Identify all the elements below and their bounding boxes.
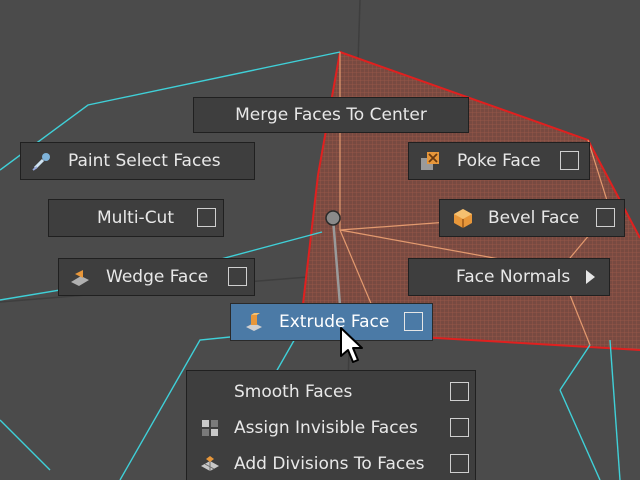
overflow-menu-list: Smooth Faces Assign Invisible Faces Add … xyxy=(186,370,476,480)
add-divisions-to-faces-label: Add Divisions To Faces xyxy=(234,454,425,474)
invisible-faces-icon xyxy=(202,420,218,436)
poke-face-item[interactable]: Poke Face xyxy=(408,142,590,180)
mouse-cursor-icon xyxy=(340,327,363,363)
assign-invisible-faces-options-box[interactable] xyxy=(450,418,469,437)
list-item-assign-invisible-faces[interactable]: Assign Invisible Faces xyxy=(187,411,475,445)
extrude-face-options-box[interactable] xyxy=(404,312,423,331)
multi-cut-item[interactable]: Multi-Cut xyxy=(48,199,224,237)
wedge-face-icon xyxy=(71,270,89,286)
face-normals-item[interactable]: Face Normals xyxy=(408,258,610,296)
paint-brush-icon xyxy=(32,153,50,171)
bevel-face-icon xyxy=(454,209,472,228)
poke-face-label: Poke Face xyxy=(457,150,541,171)
smooth-faces-options-box[interactable] xyxy=(450,382,469,401)
multi-cut-label: Multi-Cut xyxy=(97,207,174,228)
paint-select-faces-label: Paint Select Faces xyxy=(68,150,221,171)
face-normals-label: Face Normals xyxy=(456,266,571,287)
wedge-face-label: Wedge Face xyxy=(106,266,209,287)
extrude-face-item[interactable]: Extrude Face xyxy=(230,303,433,341)
add-divisions-to-faces-options-box[interactable] xyxy=(450,454,469,473)
submenu-arrow-icon xyxy=(586,270,595,284)
list-item-smooth-faces[interactable]: Smooth Faces xyxy=(187,375,475,409)
bevel-face-label: Bevel Face xyxy=(488,207,580,228)
poke-face-icon xyxy=(421,152,439,170)
smooth-faces-label: Smooth Faces xyxy=(234,382,353,402)
paint-select-faces-item[interactable]: Paint Select Faces xyxy=(20,142,255,180)
merge-faces-to-center-label: Merge Faces To Center xyxy=(235,104,427,125)
3d-viewport[interactable]: Merge Faces To Center Paint Select Faces… xyxy=(0,0,640,480)
wedge-face-item[interactable]: Wedge Face xyxy=(58,258,255,296)
extrude-face-icon xyxy=(246,313,262,331)
wedge-face-options-box[interactable] xyxy=(228,267,247,286)
bevel-face-options-box[interactable] xyxy=(596,208,615,227)
merge-faces-to-center-item[interactable]: Merge Faces To Center xyxy=(193,97,469,133)
poke-face-options-box[interactable] xyxy=(560,151,579,170)
bevel-face-item[interactable]: Bevel Face xyxy=(439,199,625,237)
multi-cut-options-box[interactable] xyxy=(197,208,216,227)
list-item-add-divisions-to-faces[interactable]: Add Divisions To Faces xyxy=(187,447,475,480)
assign-invisible-faces-label: Assign Invisible Faces xyxy=(234,418,418,438)
extrude-face-label: Extrude Face xyxy=(279,311,390,332)
add-divisions-icon xyxy=(201,456,219,471)
